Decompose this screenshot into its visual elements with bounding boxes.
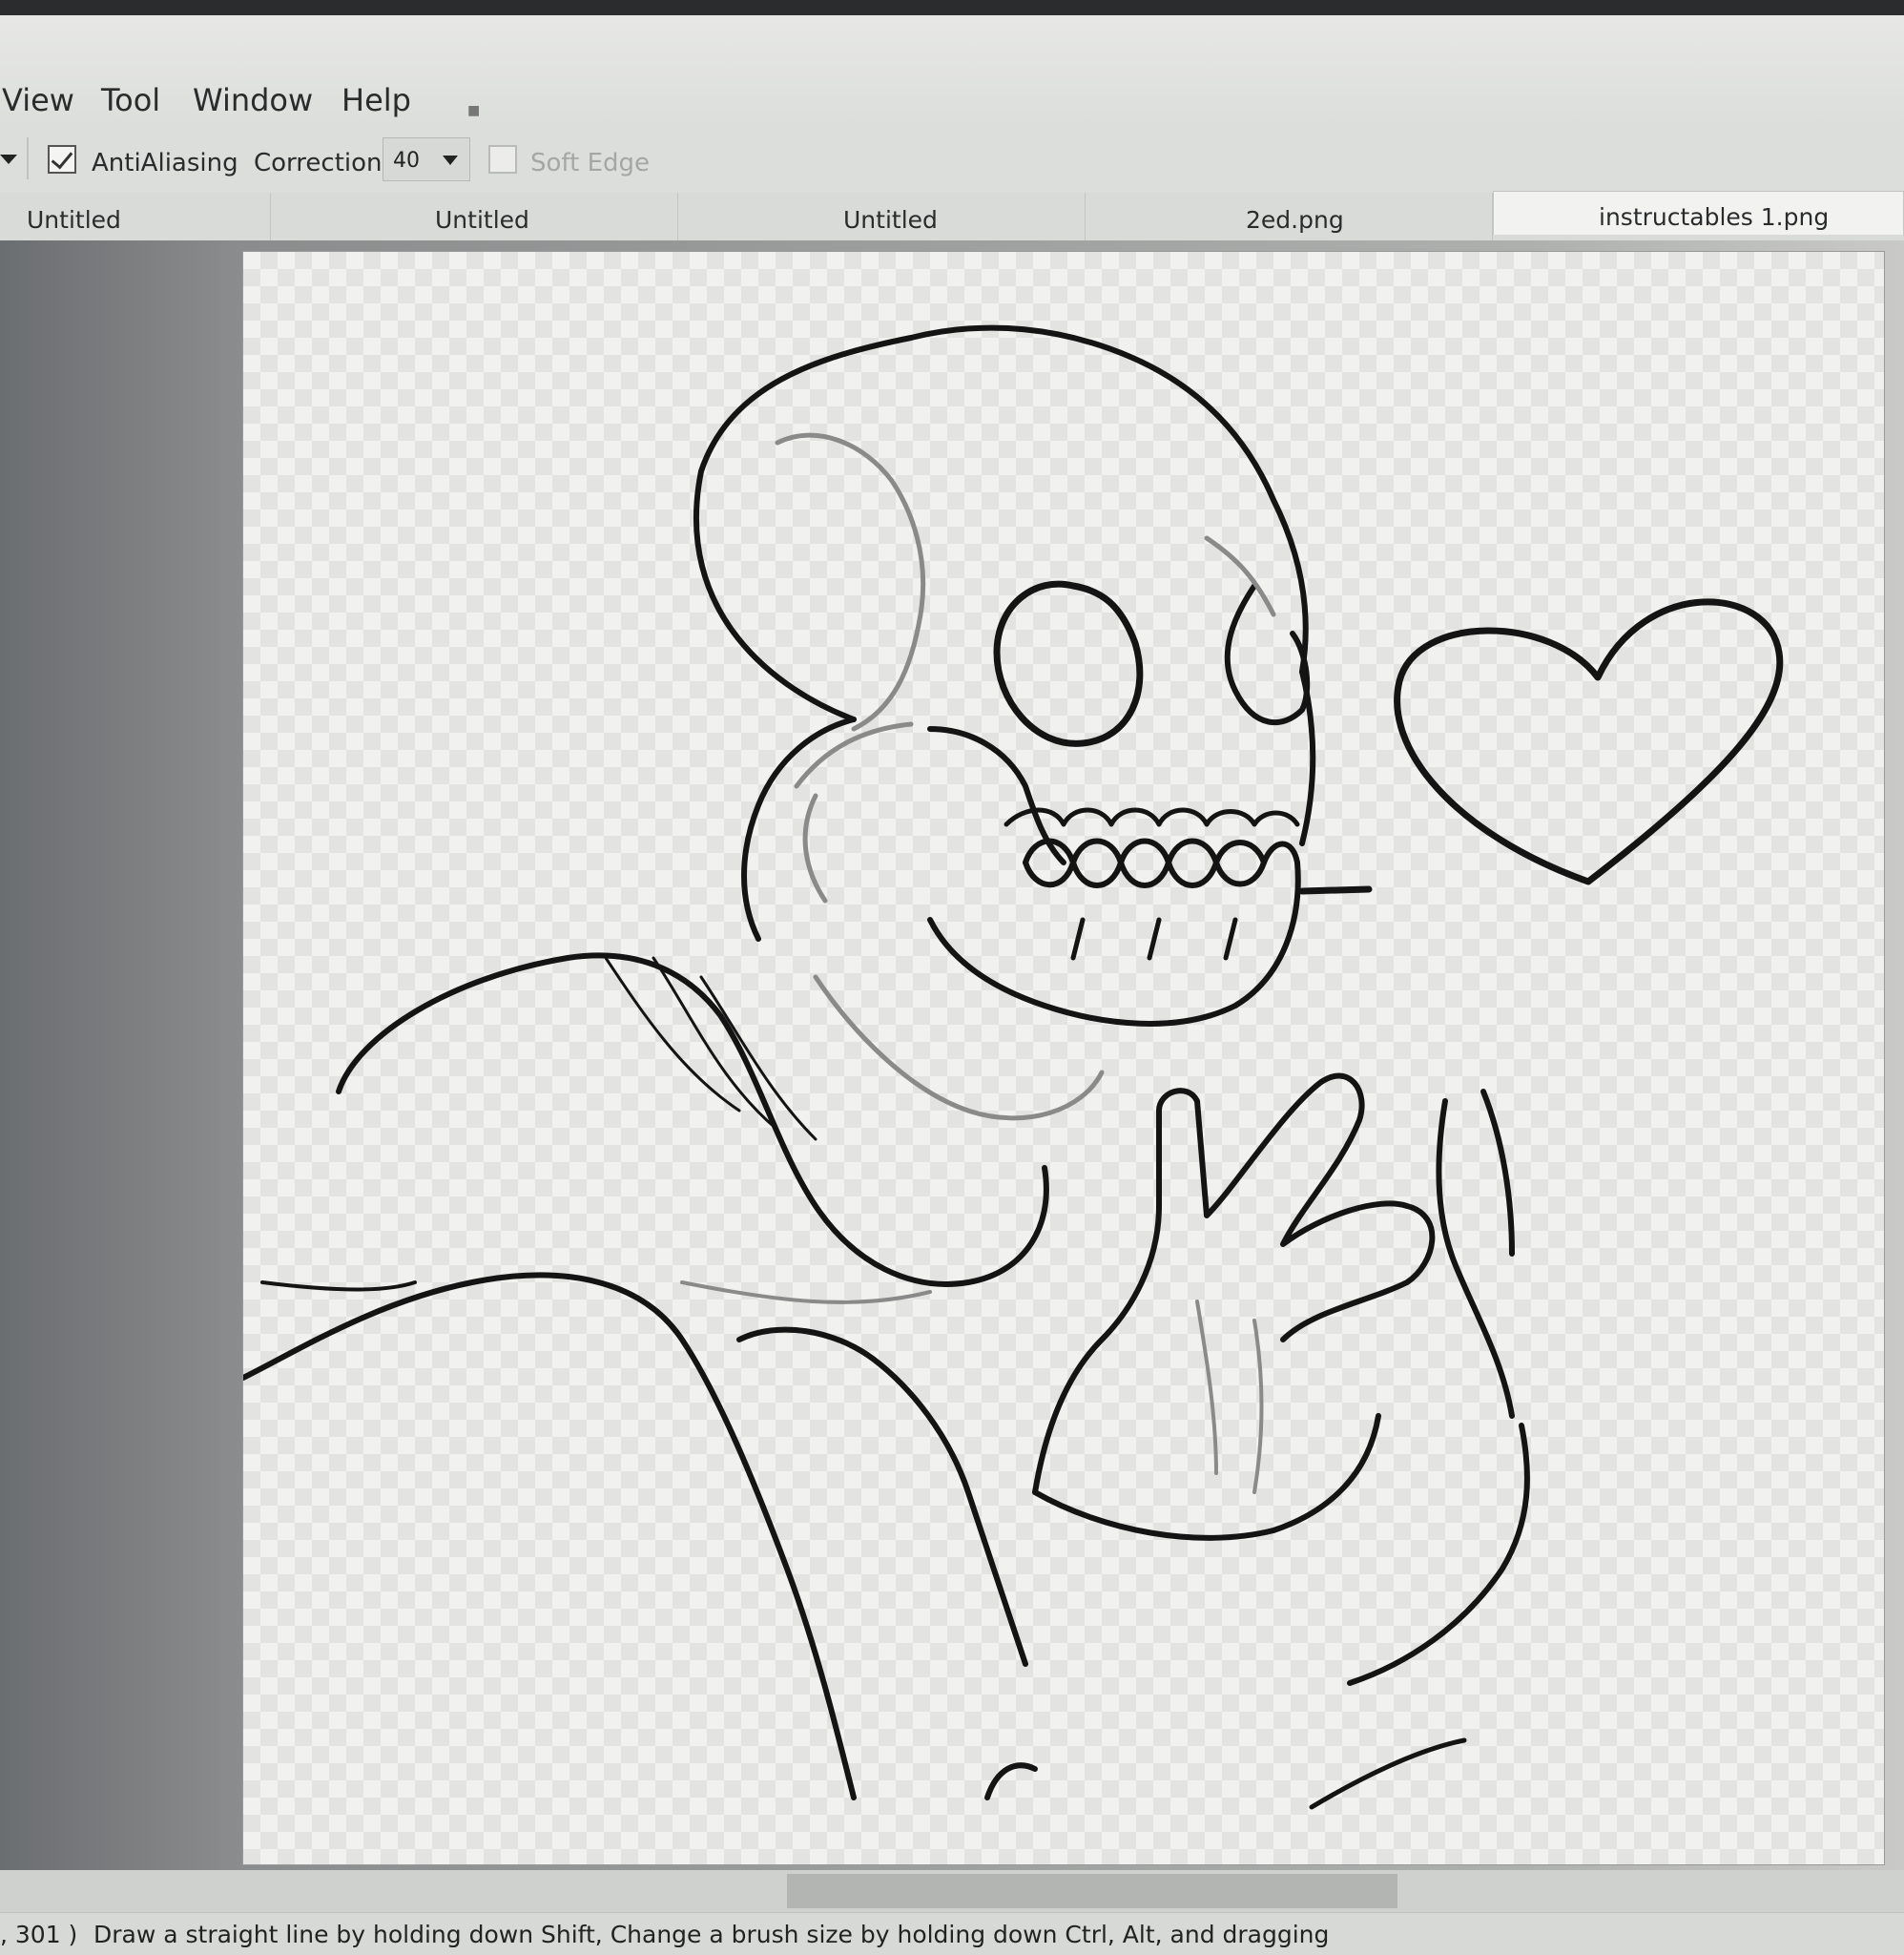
upper-teeth [1004,807,1300,827]
menu-window[interactable]: Window [193,82,313,118]
tab-instructables-1-png[interactable]: instructables 1.png [1493,191,1904,235]
eye-socket [993,580,1144,747]
menu-view[interactable]: View [2,82,74,118]
tab-label: 2ed.png [1246,206,1344,234]
collar-hatched [604,956,817,1141]
status-hint-text: Draw a straight line by holding down Shi… [93,1921,1330,1948]
tab-label: Untitled [27,206,121,234]
soft-edge-label: Soft Edge [530,149,650,177]
heart-outline [1394,598,1784,885]
scrollbar-thumb[interactable] [787,1874,1397,1908]
window-top-edge [0,0,1904,15]
finger-claw [1436,1089,1515,1419]
chevron-down-icon [443,156,458,165]
tab-untitled-1[interactable]: Untitled [0,193,271,240]
tab-label: instructables 1.png [1599,203,1830,231]
tool-options-bar: AntiAliasing Correction 40 Soft Edge [0,128,1904,194]
tab-2ed-png[interactable]: 2ed.png [1086,193,1493,240]
checkmark-icon [51,146,73,170]
antialiasing-label: AntiAliasing [92,149,238,177]
status-bar: , 301 ) Draw a straight line by holding … [0,1912,1904,1955]
neck-line [741,717,857,942]
tab-label: Untitled [843,206,938,234]
brush-dropdown-arrow-icon[interactable] [0,155,17,164]
menu-bar: View Tool Window Help ■ [0,15,1904,128]
menu-grip-icon: ■ [467,103,481,118]
toolbar-separator [27,137,29,179]
skull-cranium [693,324,1309,722]
arm-outline [243,1272,857,1800]
antialiasing-checkbox[interactable] [48,145,76,174]
cursor-coordinates: , 301 ) [0,1921,78,1948]
horizontal-scrollbar[interactable] [0,1870,1904,1912]
soft-edge-checkbox[interactable] [488,145,517,174]
lower-teeth [1023,838,1300,865]
correction-label: Correction [254,149,383,177]
tab-untitled-2[interactable]: Untitled [271,193,678,240]
menu-tool[interactable]: Tool [101,82,160,118]
correction-value: 40 [393,149,420,173]
wrist-curve [1032,1413,1381,1541]
jawbone [927,860,1301,1027]
menu-help[interactable]: Help [341,82,411,118]
shoulder-outline [336,952,1049,1287]
tab-untitled-3[interactable]: Untitled [678,193,1086,240]
lineart-drawing [243,324,1784,1810]
correction-select[interactable]: 40 [383,137,470,181]
drawing-canvas[interactable] [243,252,1884,1864]
document-tab-bar: Untitled Untitled Untitled 2ed.png instr… [0,191,1904,241]
tab-label: Untitled [435,206,529,234]
dash-mark [1298,885,1373,895]
